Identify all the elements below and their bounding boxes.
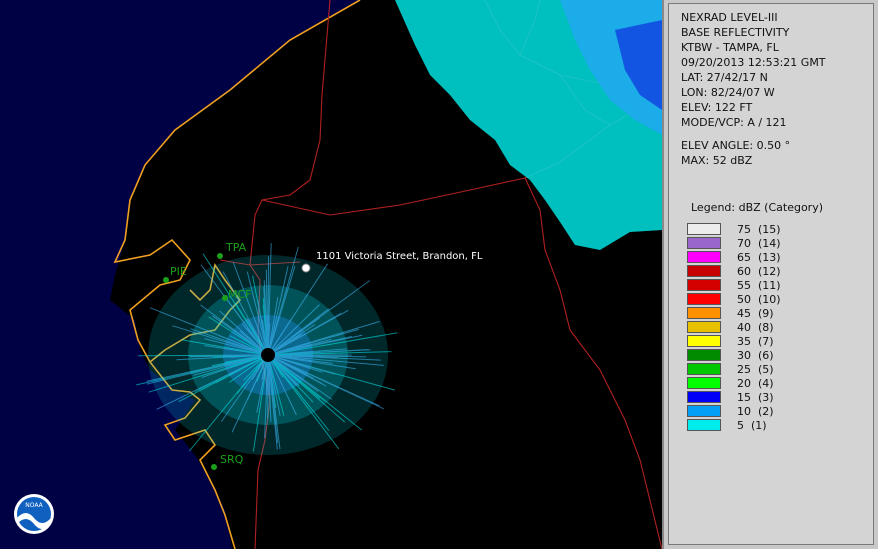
elevation-angle: ELEV ANGLE: 0.50 ° bbox=[681, 139, 791, 152]
legend-label: 25 (5) bbox=[737, 362, 774, 376]
legend-label: 65 (13) bbox=[737, 250, 781, 264]
legend-label: 70 (14) bbox=[737, 236, 781, 250]
legend-label: 50 (10) bbox=[737, 292, 781, 306]
legend-swatch bbox=[687, 251, 721, 263]
legend-row: 10 (2) bbox=[687, 404, 823, 418]
legend-row: 25 (5) bbox=[687, 362, 823, 376]
location-label: 1101 Victoria Street, Brandon, FL bbox=[316, 251, 483, 262]
location-pin[interactable] bbox=[301, 263, 311, 273]
longitude: LON: 82/24/07 W bbox=[681, 86, 775, 99]
legend-label: 15 (3) bbox=[737, 390, 774, 404]
legend-label: 45 (9) bbox=[737, 306, 774, 320]
legend-row: 40 (8) bbox=[687, 320, 823, 334]
legend-swatch bbox=[687, 321, 721, 333]
station-id: KTBW - TAMPA, FL bbox=[681, 41, 779, 54]
legend-row: 65 (13) bbox=[687, 250, 823, 264]
legend-label: 5 (1) bbox=[737, 418, 767, 432]
mode-vcp: MODE/VCP: A / 121 bbox=[681, 116, 787, 129]
city-dot-srq bbox=[211, 464, 217, 470]
city-label-mcf: MCF bbox=[228, 288, 252, 301]
legend-swatch bbox=[687, 265, 721, 277]
legend-swatch bbox=[687, 391, 721, 403]
max-reflectivity: MAX: 52 dBZ bbox=[681, 154, 753, 167]
info-panel: NEXRAD LEVEL-III BASE REFLECTIVITY KTBW … bbox=[668, 3, 874, 545]
legend-swatch bbox=[687, 349, 721, 361]
legend-swatch bbox=[687, 307, 721, 319]
radar-site-marker bbox=[261, 348, 275, 362]
legend-row: 35 (7) bbox=[687, 334, 823, 348]
legend-swatch bbox=[687, 419, 721, 431]
noaa-logo: NOAA bbox=[14, 494, 54, 534]
elevation: ELEV: 122 FT bbox=[681, 101, 753, 114]
legend-row: 30 (6) bbox=[687, 348, 823, 362]
legend-label: 40 (8) bbox=[737, 320, 774, 334]
legend-row: 75 (15) bbox=[687, 222, 823, 236]
legend-swatch bbox=[687, 363, 721, 375]
legend-swatch bbox=[687, 237, 721, 249]
legend-swatch bbox=[687, 293, 721, 305]
legend-swatch bbox=[687, 405, 721, 417]
legend-row: 20 (4) bbox=[687, 376, 823, 390]
legend-row: 15 (3) bbox=[687, 390, 823, 404]
city-label-pie: PIE bbox=[170, 265, 187, 278]
legend-label: 30 (6) bbox=[737, 348, 774, 362]
legend-label: 10 (2) bbox=[737, 404, 774, 418]
legend-swatch bbox=[687, 223, 721, 235]
legend-row: 70 (14) bbox=[687, 236, 823, 250]
latitude: LAT: 27/42/17 N bbox=[681, 71, 768, 84]
legend-row: 60 (12) bbox=[687, 264, 823, 278]
legend-label: 75 (15) bbox=[737, 222, 781, 236]
product-name: NEXRAD LEVEL-III bbox=[681, 11, 778, 24]
dbz-legend: Legend: dBZ (Category) 75 (15) 70 (14) 65 … bbox=[687, 201, 823, 432]
legend-label: 60 (12) bbox=[737, 264, 781, 278]
legend-label: 35 (7) bbox=[737, 334, 774, 348]
scan-datetime: 09/20/2013 12:53:21 GMT bbox=[681, 56, 826, 69]
legend-label: 55 (11) bbox=[737, 278, 781, 292]
legend-swatch bbox=[687, 377, 721, 389]
legend-title: Legend: dBZ (Category) bbox=[691, 201, 823, 214]
city-label-tpa: TPA bbox=[225, 241, 247, 254]
city-dot-pie bbox=[163, 277, 169, 283]
legend-swatch bbox=[687, 335, 721, 347]
legend-label: 20 (4) bbox=[737, 376, 774, 390]
city-label-srq: SRQ bbox=[220, 453, 244, 466]
legend-row: 50 (10) bbox=[687, 292, 823, 306]
legend-row: 45 (9) bbox=[687, 306, 823, 320]
radar-map[interactable]: 1101 Victoria Street, Brandon, FL TPA PI… bbox=[0, 0, 664, 549]
legend-row: 55 (11) bbox=[687, 278, 823, 292]
city-dot-tpa bbox=[217, 253, 223, 259]
product-type: BASE REFLECTIVITY bbox=[681, 26, 790, 39]
legend-swatch bbox=[687, 279, 721, 291]
svg-text:NOAA: NOAA bbox=[25, 502, 43, 509]
legend-row: 5 (1) bbox=[687, 418, 823, 432]
